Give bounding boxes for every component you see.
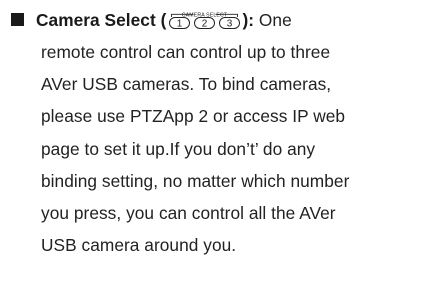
body-line-7: you press, you can control all the AVer [41, 203, 336, 223]
body-line-4: please use PTZApp 2 or access IP web [41, 106, 346, 126]
camera-button-1-label: 1 [177, 18, 183, 29]
body-line-5: page to set it up.If you don’t’ do any [41, 139, 316, 159]
body-line-3: AVer USB cameras. To bind cameras, [41, 74, 332, 94]
body-line-2: remote control can control up to three [41, 42, 331, 62]
camera-button-3-label: 3 [227, 18, 233, 29]
body-line-8: USB camera around you. [41, 235, 237, 255]
camera-select-term: Camera Select [36, 10, 156, 30]
camera-select-button-group-graphic: CAMERA SELECT 1 2 3 [168, 10, 241, 30]
close-parenthesis-colon: ): [242, 10, 255, 30]
camera-select-button-group-svg: CAMERA SELECT 1 2 3 [169, 12, 241, 29]
body-line-6: binding setting, no matter which number [41, 171, 350, 191]
square-bullet-icon [11, 13, 24, 26]
first-line-continuation: One [254, 10, 292, 30]
camera-button-2-label: 2 [202, 18, 208, 29]
open-parenthesis: ( [160, 10, 167, 30]
document-page: Camera Select ( CAMERA SELECT 1 2 3 ): O… [0, 0, 427, 293]
camera-select-first-line: Camera Select ( CAMERA SELECT 1 2 3 ): O… [36, 10, 292, 30]
